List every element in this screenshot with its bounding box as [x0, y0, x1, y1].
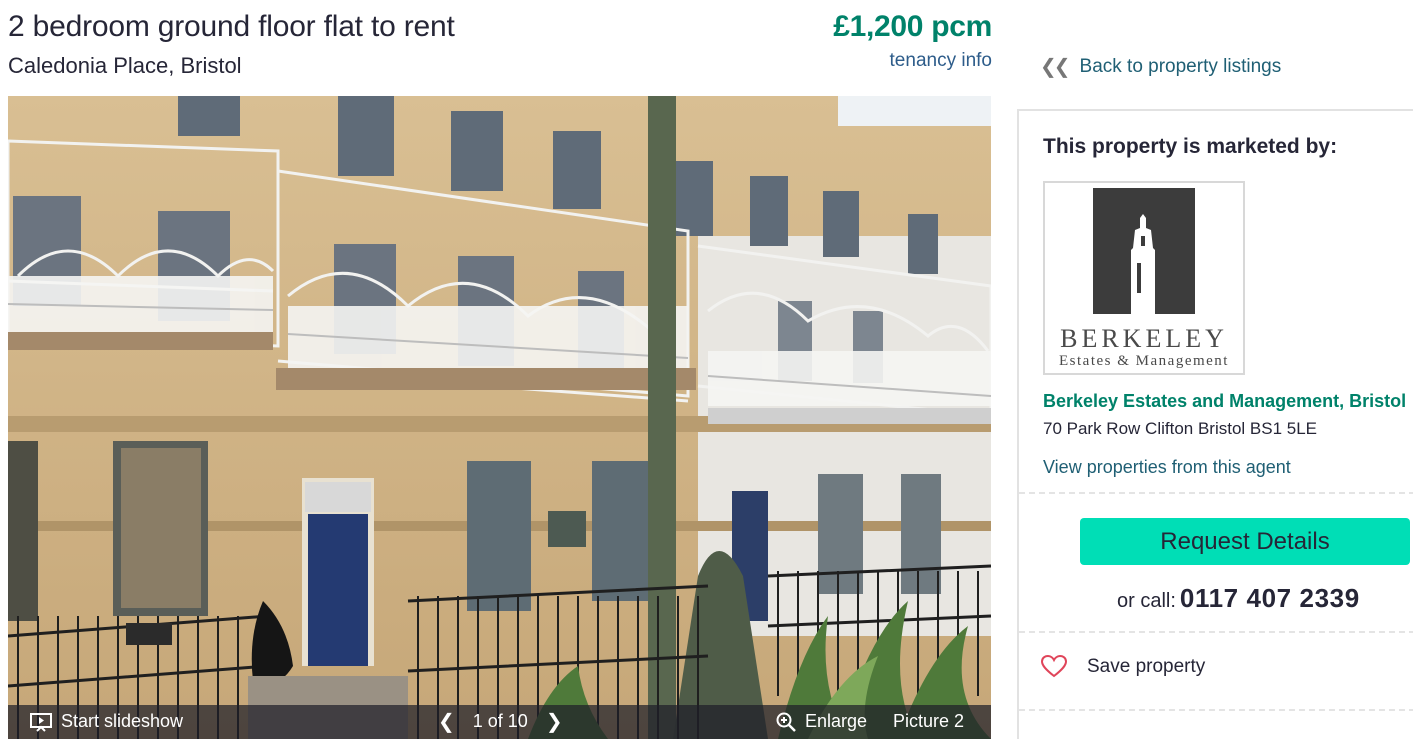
photo-counter: 1 of 10: [472, 711, 528, 731]
enlarge-button[interactable]: Enlarge: [776, 711, 867, 732]
agent-name-link[interactable]: Berkeley Estates and Management, Bristol: [1043, 391, 1406, 412]
agent-logo[interactable]: BERKELEY Estates & Management: [1043, 181, 1245, 375]
slideshow-label: Start slideshow: [61, 711, 184, 731]
gallery-toolbar: Start slideshow ❮ 1 of 10 ❯ Enlarge Pict…: [8, 705, 991, 739]
view-agent-properties-link[interactable]: View properties from this agent: [1043, 457, 1291, 478]
start-slideshow-button[interactable]: Start slideshow: [30, 711, 183, 732]
logo-emblem: [1093, 188, 1195, 314]
property-address: Caledonia Place, Bristol: [8, 53, 242, 78]
property-photo: [8, 96, 991, 739]
back-to-listings-link[interactable]: ❮❮ Back to property listings: [1040, 54, 1281, 79]
tower-icon: [1131, 214, 1155, 314]
page-title: 2 bedroom ground floor flat to rent: [8, 10, 455, 43]
back-link-label: Back to property listings: [1079, 55, 1282, 77]
slideshow-icon: [30, 712, 52, 732]
previous-photo-icon[interactable]: ❮: [438, 712, 455, 732]
divider: [1019, 631, 1413, 633]
save-property-label: Save property: [1087, 655, 1206, 677]
photo-pager: ❮ 1 of 10 ❯: [438, 711, 563, 732]
request-details-button[interactable]: Request Details: [1080, 518, 1410, 565]
heart-icon: [1041, 655, 1067, 678]
tenancy-info-link[interactable]: tenancy info: [890, 50, 992, 72]
call-prefix: or call:: [1117, 590, 1176, 612]
divider: [1019, 492, 1413, 494]
agent-address: 70 Park Row Clifton Bristol BS1 5LE: [1043, 419, 1318, 438]
marketed-by-heading: This property is marketed by:: [1043, 135, 1338, 158]
picture-number: Picture 2: [893, 711, 965, 731]
magnify-plus-icon: [776, 712, 796, 732]
enlarge-label: Enlarge: [805, 711, 868, 731]
property-photo-gallery[interactable]: Start slideshow ❮ 1 of 10 ❯ Enlarge Pict…: [8, 96, 991, 739]
logo-tagline: Estates & Management: [1059, 353, 1229, 369]
price: £1,200 pcm: [833, 10, 992, 43]
save-property-button[interactable]: Save property: [1041, 655, 1205, 678]
phone-number-link[interactable]: 0117 407 2339: [1180, 583, 1360, 614]
divider: [1019, 709, 1413, 711]
next-photo-icon[interactable]: ❯: [546, 712, 563, 732]
agent-panel: This property is marketed by: BERKELEY E…: [1017, 109, 1413, 739]
logo-name: BERKELEY: [1060, 324, 1228, 353]
double-chevron-left-icon: ❮❮: [1040, 56, 1070, 78]
call-agent: or call: 0117 407 2339: [1117, 583, 1360, 614]
